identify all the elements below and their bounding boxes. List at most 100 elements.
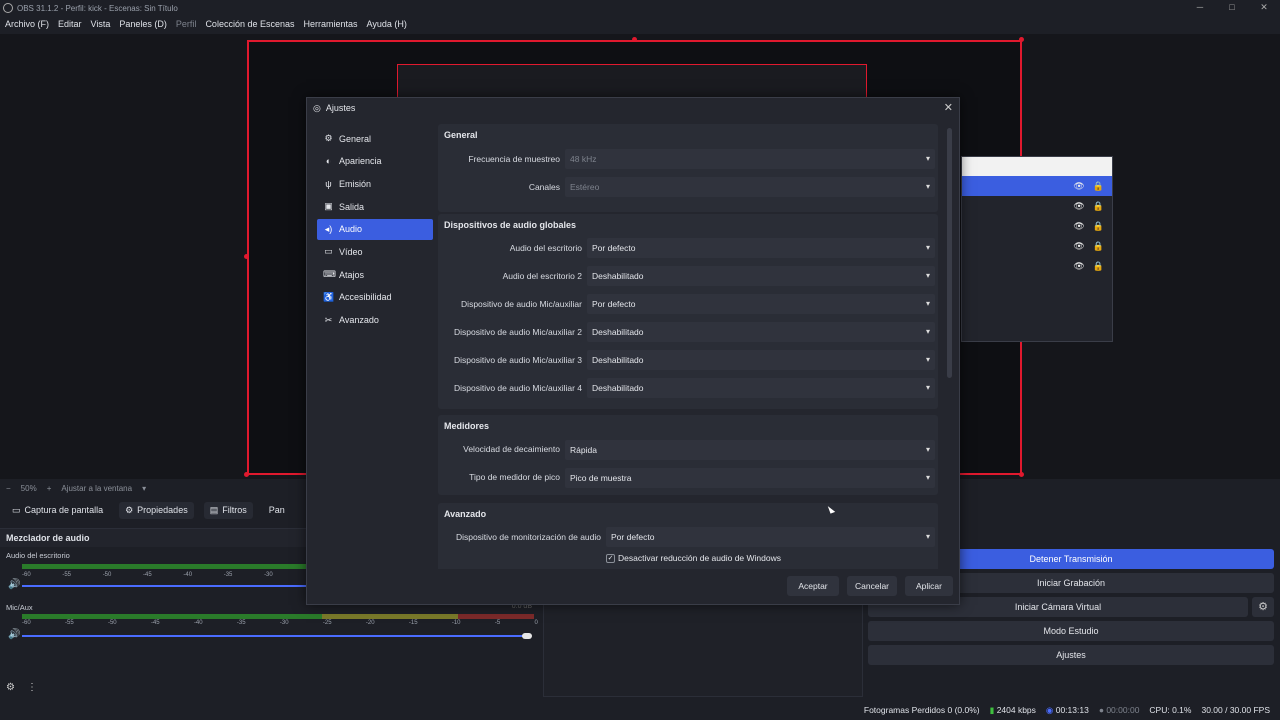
- source-row[interactable]: 👁 🔒: [962, 256, 1112, 276]
- zoom-in-button[interactable]: +: [47, 484, 52, 493]
- settings-button[interactable]: Ajustes: [868, 645, 1274, 665]
- cancel-button[interactable]: Cancelar: [847, 576, 897, 596]
- source-name: ▭ Captura de pantalla: [6, 502, 109, 519]
- palette-icon: ◐: [325, 156, 332, 167]
- menu-perfil[interactable]: Perfil: [176, 19, 197, 29]
- maximize-button[interactable]: □: [1216, 0, 1248, 16]
- resize-handle-top-right[interactable]: [1019, 37, 1024, 42]
- resize-handle-top[interactable]: [632, 37, 637, 42]
- fit-window-select[interactable]: Ajustar a la ventana: [61, 484, 132, 493]
- sidebar-item-advanced[interactable]: ✂ Avanzado: [317, 310, 433, 331]
- chevron-down-icon: ▾: [925, 182, 930, 191]
- sidebar-item-output[interactable]: ▣ Salida: [317, 196, 433, 217]
- filter-icon: ▤: [209, 504, 219, 515]
- desktop-audio-2-select[interactable]: Deshabilitado ▾: [587, 266, 935, 286]
- mic-audio-3-select[interactable]: Deshabilitado ▾: [587, 350, 935, 370]
- menu-vista[interactable]: Vista: [91, 19, 111, 29]
- channels-select[interactable]: Estéreo ▾: [565, 177, 935, 197]
- meter-ticks: -60 -55 -50 -45 -40 -35 -30: [22, 572, 273, 578]
- disable-ducking-checkbox[interactable]: ✓ Desactivar reducción de audio de Windo…: [606, 553, 781, 563]
- transitions-dock: [543, 600, 863, 697]
- dialog-title: Ajustes: [325, 103, 356, 113]
- advanced-audio-icon[interactable]: ⚙: [6, 682, 15, 693]
- source-row[interactable]: 👁 🔒: [962, 236, 1112, 256]
- monitoring-device-select[interactable]: Por defecto ▾: [606, 527, 935, 547]
- source-row[interactable]: 👁 🔒: [962, 216, 1112, 236]
- section-title: General: [444, 130, 478, 140]
- resize-handle-bottom-right[interactable]: [1019, 472, 1024, 477]
- resize-handle-bottom-left[interactable]: [244, 472, 249, 477]
- close-window-button[interactable]: ✕: [1248, 0, 1280, 16]
- speaker-icon[interactable]: 🔊: [8, 629, 20, 640]
- source-row[interactable]: 👁 🔒: [962, 196, 1112, 216]
- more-button[interactable]: Pan: [263, 502, 291, 518]
- section-general: General Frecuencia de muestreo 48 kHz ▾ C…: [438, 124, 938, 212]
- ok-button[interactable]: Aceptar: [787, 576, 839, 596]
- chevron-down-icon: ▾: [925, 154, 930, 163]
- volume-slider[interactable]: [22, 635, 528, 637]
- sidebar-item-audio[interactable]: ◂) Audio: [317, 218, 433, 240]
- bitrate-value: 2404 kbps: [996, 704, 1036, 715]
- properties-button[interactable]: ⚙ Propiedades: [119, 501, 194, 519]
- sidebar-item-hotkeys[interactable]: ⌨ Atajos: [317, 264, 433, 285]
- menu-ayuda[interactable]: Ayuda (H): [367, 19, 407, 29]
- desktop-audio-select[interactable]: Por defecto ▾: [587, 238, 935, 258]
- eye-icon[interactable]: 👁: [1073, 221, 1084, 232]
- more-options-icon[interactable]: ⋮: [27, 682, 37, 693]
- source-row[interactable]: 👁 🔒: [962, 176, 1112, 196]
- chevron-down-icon: ▾: [925, 532, 930, 541]
- eye-icon[interactable]: 👁: [1073, 201, 1084, 212]
- zoom-out-button[interactable]: −: [6, 484, 11, 493]
- decay-rate-select[interactable]: Rápida ▾: [565, 440, 935, 460]
- volume-slider[interactable]: [22, 585, 306, 587]
- source-label: Captura de pantalla: [24, 505, 104, 515]
- sidebar-label: Salida: [339, 201, 365, 212]
- sidebar-item-stream[interactable]: ψ Emisión: [317, 173, 433, 194]
- lock-icon[interactable]: 🔒: [1093, 241, 1104, 252]
- lock-icon[interactable]: 🔒: [1093, 221, 1104, 232]
- speaker-icon[interactable]: 🔊: [8, 579, 20, 590]
- eye-icon[interactable]: 👁: [1073, 241, 1084, 252]
- volume-meter: [22, 564, 306, 569]
- mic-audio-2-select[interactable]: Deshabilitado ▾: [587, 322, 935, 342]
- chevron-down-icon[interactable]: ▾: [142, 484, 146, 493]
- sidebar-item-general[interactable]: ⚙ General: [317, 128, 433, 149]
- lock-icon[interactable]: 🔒: [1093, 181, 1104, 192]
- section-advanced: Avanzado Dispositivo de monitorización d…: [438, 503, 938, 569]
- tick-label: 0: [534, 620, 538, 626]
- menu-editar[interactable]: Editar: [58, 19, 82, 29]
- filters-button[interactable]: ▤ Filtros: [203, 501, 253, 519]
- menu-archivo[interactable]: Archivo (F): [5, 19, 49, 29]
- desktop-audio-2-label: Audio del escritorio 2: [502, 271, 582, 281]
- minimize-button[interactable]: ─: [1184, 0, 1216, 16]
- desktop-audio-2-value: Deshabilitado: [592, 271, 644, 281]
- section-title: Avanzado: [444, 509, 487, 519]
- scenes-dock: 👁 🔒 👁 🔒 👁 🔒 👁 🔒 👁 🔒: [961, 156, 1113, 342]
- virtual-camera-settings-button[interactable]: ⚙: [1252, 597, 1274, 617]
- eye-icon[interactable]: 👁: [1073, 181, 1084, 192]
- sidebar-item-accessibility[interactable]: ♿ Accesibilidad: [317, 287, 433, 308]
- tick-label: -45: [150, 620, 160, 626]
- tick-label: -40: [183, 572, 193, 578]
- monitoring-device-label: Dispositivo de monitorización de audio: [455, 532, 601, 542]
- sidebar-item-appearance[interactable]: ◐ Apariencia: [317, 151, 433, 172]
- settings-scrollbar[interactable]: [947, 128, 952, 378]
- sidebar-item-video[interactable]: ▭ Vídeo: [317, 241, 433, 262]
- mic-audio-4-select[interactable]: Deshabilitado ▾: [587, 378, 935, 398]
- menu-herramientas[interactable]: Herramientas: [304, 19, 358, 29]
- eye-icon[interactable]: 👁: [1073, 261, 1084, 272]
- lock-icon[interactable]: 🔒: [1093, 261, 1104, 272]
- settings-content: General Frecuencia de muestreo 48 kHz ▾ C…: [438, 124, 944, 569]
- apply-button[interactable]: Aplicar: [905, 576, 953, 596]
- resize-handle-left[interactable]: [244, 254, 249, 259]
- peak-meter-select[interactable]: Pico de muestra ▾: [565, 468, 935, 488]
- volume-slider-knob[interactable]: [522, 633, 532, 639]
- menu-paneles[interactable]: Paneles (D): [119, 19, 167, 29]
- menu-coleccion-escenas[interactable]: Colección de Escenas: [205, 19, 294, 29]
- mic-audio-select[interactable]: Por defecto ▾: [587, 294, 935, 314]
- studio-mode-button[interactable]: Modo Estudio: [868, 621, 1274, 641]
- status-bar: Fotogramas Perdidos 0 (0.0%) ▮ 2404 kbps…: [0, 700, 1280, 720]
- dialog-close-button[interactable]: ✕: [944, 101, 953, 114]
- sample-rate-select[interactable]: 48 kHz ▾: [565, 149, 935, 169]
- lock-icon[interactable]: 🔒: [1093, 201, 1104, 212]
